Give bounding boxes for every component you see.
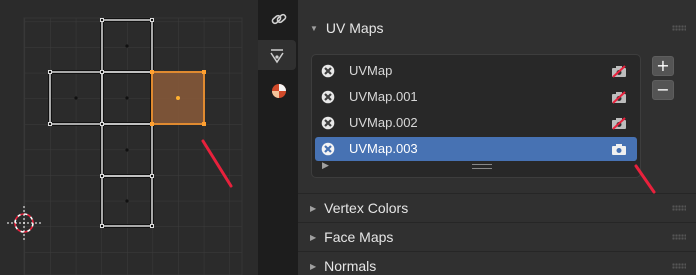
uv-map-name: UVMap xyxy=(349,63,393,78)
expand-right-icon: ▶ xyxy=(310,232,317,242)
normals-header[interactable]: ▶ Normals xyxy=(298,252,696,275)
link-icon xyxy=(271,13,287,25)
uv-editor-viewport[interactable] xyxy=(0,0,258,275)
uv-map-name: UVMap.001 xyxy=(349,89,418,104)
uv-icon xyxy=(321,142,335,156)
tab-object-data[interactable] xyxy=(258,40,296,70)
uv-grid xyxy=(0,0,258,275)
uv-maps-list: UVMap UVMap.001 UVMap.002 UVMap.003 ▶ xyxy=(311,54,641,178)
list-item[interactable]: UVMap xyxy=(315,59,637,83)
expand-right-icon: ▶ xyxy=(310,203,317,213)
properties-panel: ▼ UV Maps UVMap UVMap.001 UVMap.002 UVMa… xyxy=(298,0,696,275)
properties-tab-column xyxy=(258,0,302,275)
tab-material[interactable] xyxy=(264,76,294,106)
drag-grip-icon[interactable] xyxy=(672,263,686,269)
uv-icon xyxy=(321,64,335,78)
material-icon xyxy=(272,84,286,98)
expand-right-icon: ▶ xyxy=(310,261,317,271)
uv-icon xyxy=(321,90,335,104)
uv-map-name: UVMap.003 xyxy=(349,141,418,156)
add-uv-map-button[interactable]: + xyxy=(652,56,674,76)
drag-grip-icon[interactable] xyxy=(672,234,686,240)
vertex-data-icon xyxy=(270,49,284,64)
uv-maps-title: UV Maps xyxy=(325,20,384,36)
camera-render-icon[interactable] xyxy=(611,142,627,156)
list-item-selected[interactable]: UVMap.003 xyxy=(315,137,637,161)
tab-object-constraints[interactable] xyxy=(264,4,294,34)
face-maps-header[interactable]: ▶ Face Maps xyxy=(298,223,696,251)
list-item[interactable]: UVMap.001 xyxy=(315,85,637,109)
drag-grip-icon[interactable] xyxy=(672,205,686,211)
expand-filter-icon[interactable]: ▶ xyxy=(322,161,329,171)
uv-icon xyxy=(321,116,335,130)
list-footer: ▶ xyxy=(312,159,640,177)
camera-render-icon[interactable] xyxy=(611,116,627,130)
camera-render-icon[interactable] xyxy=(611,90,627,104)
list-resize-handle[interactable] xyxy=(472,164,492,169)
section-title: Face Maps xyxy=(324,229,394,245)
drag-grip-icon[interactable] xyxy=(672,25,686,31)
list-item[interactable]: UVMap.002 xyxy=(315,111,637,135)
camera-render-icon[interactable] xyxy=(611,64,627,78)
remove-uv-map-button[interactable]: − xyxy=(652,80,674,100)
section-title: Normals xyxy=(324,258,377,274)
section-title: Vertex Colors xyxy=(324,200,409,216)
expand-down-icon: ▼ xyxy=(310,23,318,33)
vertex-colors-header[interactable]: ▶ Vertex Colors xyxy=(298,194,696,222)
uv-map-name: UVMap.002 xyxy=(349,115,418,130)
uv-maps-header[interactable]: ▼ UV Maps xyxy=(298,14,696,42)
